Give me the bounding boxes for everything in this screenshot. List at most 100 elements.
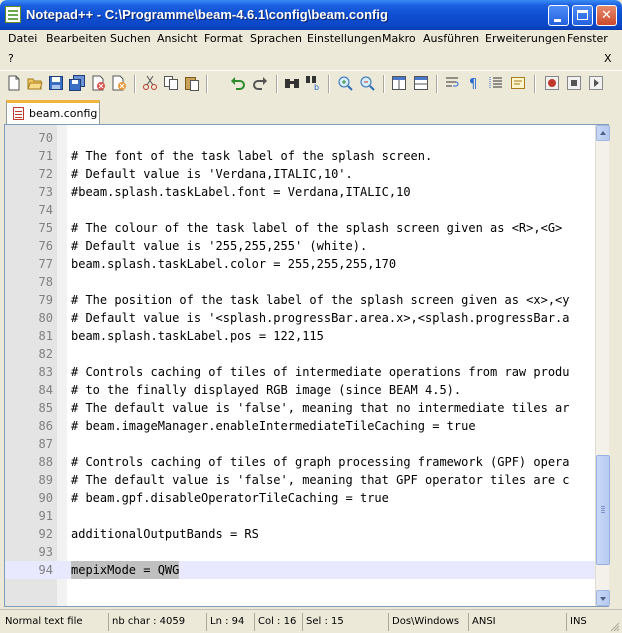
code-line[interactable]: 90 # beam.gpf.disableOperatorTileCaching … xyxy=(5,489,595,507)
line-number: 80 xyxy=(38,311,53,325)
code-line[interactable]: 89 # The default value is 'false', meanin… xyxy=(5,471,595,489)
close-icon: ✕ xyxy=(601,8,612,23)
code-line[interactable]: 93 xyxy=(5,543,595,561)
code-line[interactable]: 78 xyxy=(5,273,595,291)
zoom-in-icon[interactable] xyxy=(337,75,353,91)
open-file-icon[interactable] xyxy=(27,75,43,91)
line-text: # The position of the task label of the … xyxy=(71,293,570,307)
line-number: 72 xyxy=(38,167,53,181)
macro-stop-icon[interactable] xyxy=(566,75,582,91)
code-line[interactable]: 76 # Default value is '255,255,255' (whit… xyxy=(5,237,595,255)
close-button[interactable]: ✕ xyxy=(596,5,617,26)
resize-grip-icon[interactable] xyxy=(610,622,620,632)
toolbar-separator xyxy=(383,75,385,93)
code-line[interactable]: 70 xyxy=(5,129,595,147)
line-number: 78 xyxy=(38,275,53,289)
code-line[interactable]: 80 # Default value is '<splash.progressBa… xyxy=(5,309,595,327)
line-number: 87 xyxy=(38,437,53,451)
status-column: Col : 16 xyxy=(254,613,302,631)
sync-horizontal-icon[interactable] xyxy=(413,75,429,91)
status-file-type: Normal text file xyxy=(5,616,83,627)
code-line[interactable]: 86 # beam.imageManager.enableIntermediate… xyxy=(5,417,595,435)
menu-einstellungen[interactable]: Einstellungen xyxy=(307,32,382,45)
menu-format[interactable]: Format xyxy=(204,32,243,45)
copy-icon[interactable] xyxy=(163,75,179,91)
code-line[interactable]: 92 additionalOutputBands = RS xyxy=(5,525,595,543)
show-all-chars-icon[interactable]: ¶ xyxy=(466,75,482,91)
code-line[interactable]: 81 beam.splash.taskLabel.pos = 122,115 xyxy=(5,327,595,345)
scroll-up-button[interactable] xyxy=(596,125,610,141)
new-file-icon[interactable] xyxy=(6,75,22,91)
code-line[interactable]: 77 beam.splash.taskLabel.color = 255,255,… xyxy=(5,255,595,273)
line-number: 91 xyxy=(38,509,53,523)
menu-sprachen[interactable]: Sprachen xyxy=(250,32,302,45)
code-line[interactable]: 84 # to the finally displayed RGB image (… xyxy=(5,381,595,399)
save-icon[interactable] xyxy=(48,75,64,91)
toolbar: b ¶ xyxy=(0,70,622,97)
svg-text:b: b xyxy=(314,83,319,91)
code-line[interactable]: 91 xyxy=(5,507,595,525)
code-line[interactable]: 82 xyxy=(5,345,595,363)
line-number: 86 xyxy=(38,419,53,433)
redo-icon[interactable] xyxy=(252,75,268,91)
minimize-button[interactable] xyxy=(548,5,569,26)
macro-play-icon[interactable] xyxy=(588,75,604,91)
menu-makro[interactable]: Makro xyxy=(382,32,416,45)
code-line[interactable]: 87 xyxy=(5,435,595,453)
menu-ansicht[interactable]: Ansicht xyxy=(157,32,198,45)
code-line[interactable]: 75 # The colour of the task label of the … xyxy=(5,219,595,237)
code-line[interactable]: 94 mepixMode = QWG xyxy=(5,561,595,579)
line-number: 89 xyxy=(38,473,53,487)
save-all-icon[interactable] xyxy=(69,75,85,91)
menu-ausfuehren[interactable]: Ausführen xyxy=(423,32,479,45)
menu-help[interactable]: ? xyxy=(8,52,14,65)
sync-vertical-icon[interactable] xyxy=(391,75,407,91)
paste-icon[interactable] xyxy=(184,75,200,91)
menu-fenster[interactable]: Fenster xyxy=(567,32,608,45)
code-line[interactable]: 85 # The default value is 'false', meanin… xyxy=(5,399,595,417)
line-text: # The colour of the task label of the sp… xyxy=(71,221,563,235)
macro-record-icon[interactable] xyxy=(544,75,560,91)
line-number: 75 xyxy=(38,221,53,235)
code-line[interactable]: 72 # Default value is 'Verdana,ITALIC,10'… xyxy=(5,165,595,183)
line-number: 82 xyxy=(38,347,53,361)
code-line[interactable]: 73 #beam.splash.taskLabel.font = Verdana,… xyxy=(5,183,595,201)
scroll-thumb[interactable] xyxy=(596,455,610,565)
menu-suchen[interactable]: Suchen xyxy=(110,32,151,45)
user-lang-icon[interactable] xyxy=(510,75,526,91)
vertical-scrollbar[interactable] xyxy=(595,125,610,606)
editor[interactable]: 70 71 # The font of the task label of the … xyxy=(4,124,610,607)
maximize-button[interactable] xyxy=(572,5,593,26)
line-text: beam.splash.taskLabel.color = 255,255,25… xyxy=(71,257,397,271)
code-line[interactable]: 74 xyxy=(5,201,595,219)
menu-datei[interactable]: Datei xyxy=(8,32,37,45)
code-line[interactable]: 83 # Controls caching of tiles of interme… xyxy=(5,363,595,381)
notepad-app-icon[interactable] xyxy=(5,6,21,23)
close-all-icon[interactable] xyxy=(111,75,127,91)
indent-guide-icon[interactable] xyxy=(488,75,504,91)
tab-beam-config[interactable]: beam.config xyxy=(6,100,100,124)
menu-bar: Datei Bearbeiten Suchen Ansicht Format S… xyxy=(0,30,622,70)
zoom-out-icon[interactable] xyxy=(359,75,375,91)
code-area[interactable]: 70 71 # The font of the task label of the … xyxy=(5,125,595,606)
word-wrap-icon[interactable] xyxy=(444,75,460,91)
code-line[interactable]: 79 # The position of the task label of th… xyxy=(5,291,595,309)
menu-erweiterungen[interactable]: Erweiterungen xyxy=(485,32,566,45)
replace-icon[interactable]: b xyxy=(305,75,321,91)
code-line[interactable]: 88 # Controls caching of tiles of graph p… xyxy=(5,453,595,471)
window-title: Notepad++ - C:\Programme\beam-4.6.1\conf… xyxy=(26,7,388,22)
undo-icon[interactable] xyxy=(230,75,246,91)
close-document-button[interactable]: X xyxy=(604,52,612,65)
line-number: 81 xyxy=(38,329,53,343)
line-number: 90 xyxy=(38,491,53,505)
line-text: # The default value is 'false', meaning … xyxy=(71,473,570,487)
line-text: beam.splash.taskLabel.pos = 122,115 xyxy=(71,329,324,343)
toolbar-separator xyxy=(328,75,330,93)
title-bar[interactable]: Notepad++ - C:\Programme\beam-4.6.1\conf… xyxy=(0,0,622,30)
cut-icon[interactable] xyxy=(142,75,158,91)
close-icon[interactable] xyxy=(90,75,106,91)
find-icon[interactable] xyxy=(284,75,300,91)
scroll-down-button[interactable] xyxy=(596,590,610,606)
code-line[interactable]: 71 # The font of the task label of the sp… xyxy=(5,147,595,165)
menu-bearbeiten[interactable]: Bearbeiten xyxy=(46,32,106,45)
